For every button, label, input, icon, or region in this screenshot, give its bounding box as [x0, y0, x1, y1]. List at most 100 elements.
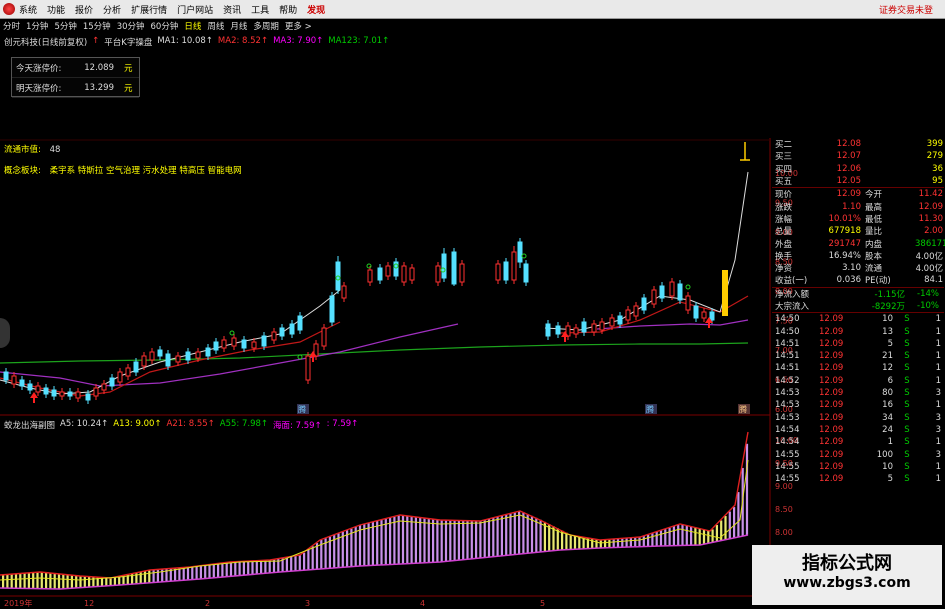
histogram-bar [358, 525, 362, 567]
histogram-bar [470, 520, 473, 559]
histogram-bar [199, 565, 202, 580]
histogram-bar [733, 507, 736, 539]
histogram-bar [655, 531, 658, 547]
histogram-bar [724, 516, 727, 540]
candle-body [165, 353, 171, 367]
candle-body [441, 253, 447, 279]
histogram-bar [152, 569, 155, 583]
candle-body [213, 341, 219, 351]
candle-body [221, 339, 227, 349]
candle-body [67, 391, 73, 397]
histogram-bar [513, 512, 516, 555]
lower-indicator-name[interactable]: 蛟龙出海副图 [4, 419, 55, 431]
tick-row: 14:51 12.09 21 S 1 [775, 351, 941, 362]
watermark-title: 指标公式网 [802, 553, 892, 574]
stat-row: 总量 677918 量比 2.00 [775, 226, 943, 238]
histogram-bar [27, 572, 30, 589]
histogram-bar [440, 520, 443, 562]
candle-body [367, 269, 373, 283]
histogram-bar [462, 520, 465, 560]
histogram-bar [298, 555, 301, 571]
stat-row: 外盘 291747 内盘 386171 [775, 238, 945, 250]
histogram-bar [195, 566, 198, 580]
histogram-bar [647, 534, 650, 547]
histogram-bar [92, 576, 95, 587]
tick-row: 14:51 12.09 12 S 1 [775, 363, 941, 374]
histogram-bar [694, 527, 697, 546]
candle-body [591, 323, 597, 333]
histogram-bar [599, 539, 602, 549]
histogram-bar [23, 573, 26, 589]
histogram-bar [182, 567, 185, 581]
candle-body [451, 251, 457, 285]
candle-body [701, 311, 707, 319]
histogram-bar [500, 515, 503, 556]
histogram-bar [212, 564, 215, 578]
candle-body [409, 267, 415, 281]
candle-body [185, 351, 191, 361]
histogram-bar [186, 567, 190, 580]
histogram-bar [393, 516, 396, 565]
bid-row[interactable]: 买四 12.06 36 [772, 163, 944, 175]
histogram-bar [88, 576, 91, 588]
histogram-bar [565, 532, 568, 550]
histogram-bar [75, 575, 78, 588]
histogram-bar [105, 577, 108, 586]
histogram-bar [509, 513, 512, 556]
histogram-bar [423, 517, 426, 563]
histogram-bar [118, 576, 121, 586]
histogram-bar [14, 573, 18, 589]
candle-body [279, 327, 285, 337]
candle-body [677, 283, 683, 301]
date-axis-label: 4 [420, 599, 425, 608]
site-watermark: 指标公式网 www.zbgs3.com [752, 545, 942, 605]
candle-body [251, 341, 257, 349]
histogram-bar [148, 570, 151, 583]
candle-body [109, 377, 115, 387]
histogram-bar [436, 519, 439, 563]
histogram-bar [401, 515, 405, 564]
candle-body [503, 261, 509, 281]
histogram-bar [45, 572, 48, 589]
histogram-bar [268, 560, 271, 573]
candle-body [459, 263, 465, 283]
histogram-bar [453, 520, 456, 561]
histogram-bar [569, 534, 572, 550]
stat-row: 收益(一) 0.036 PE(动) 84.1 [775, 275, 943, 287]
bid-row[interactable]: 买五 12.05 95 [772, 175, 944, 187]
stat-row: 净资 3.10 流通 4.00亿 [775, 263, 943, 275]
histogram-bar [690, 526, 693, 546]
histogram-bar [255, 560, 258, 575]
histogram-bar [466, 520, 469, 560]
histogram-bar [191, 566, 194, 580]
candle-body [297, 315, 303, 331]
flow-row: 净流入额 -1.15亿 -14% [775, 288, 939, 300]
histogram-bar [311, 546, 314, 570]
date-axis-label: 2019年 [4, 598, 32, 608]
bid-row[interactable]: 买三 12.07 279 [772, 150, 944, 162]
histogram-bar [285, 557, 288, 572]
flow-row: 大宗流入 -8292万 -10% [775, 301, 939, 312]
histogram-bar [242, 561, 245, 576]
candle-body [27, 383, 33, 391]
histogram-bar [19, 573, 22, 589]
histogram-bar [487, 519, 491, 558]
bid-row[interactable]: 买二 12.08 399 [772, 138, 944, 150]
histogram-bar [217, 563, 220, 578]
candlesticks [3, 238, 715, 404]
candle-body [85, 393, 91, 401]
candle-body [125, 367, 131, 377]
histogram-bar [70, 575, 73, 589]
histogram-bar [247, 561, 250, 575]
histogram-bar [492, 517, 495, 557]
histogram-bar [32, 572, 35, 589]
candle-body [517, 241, 523, 263]
a55-value: A55: 7.98↑ [219, 419, 269, 429]
histogram-bar [204, 565, 207, 579]
candle-body [329, 295, 335, 323]
histogram-bar [444, 520, 448, 562]
candle-body [59, 391, 65, 397]
candle-body [685, 295, 691, 311]
histogram-bar [62, 574, 65, 589]
histogram-bar [371, 522, 374, 566]
